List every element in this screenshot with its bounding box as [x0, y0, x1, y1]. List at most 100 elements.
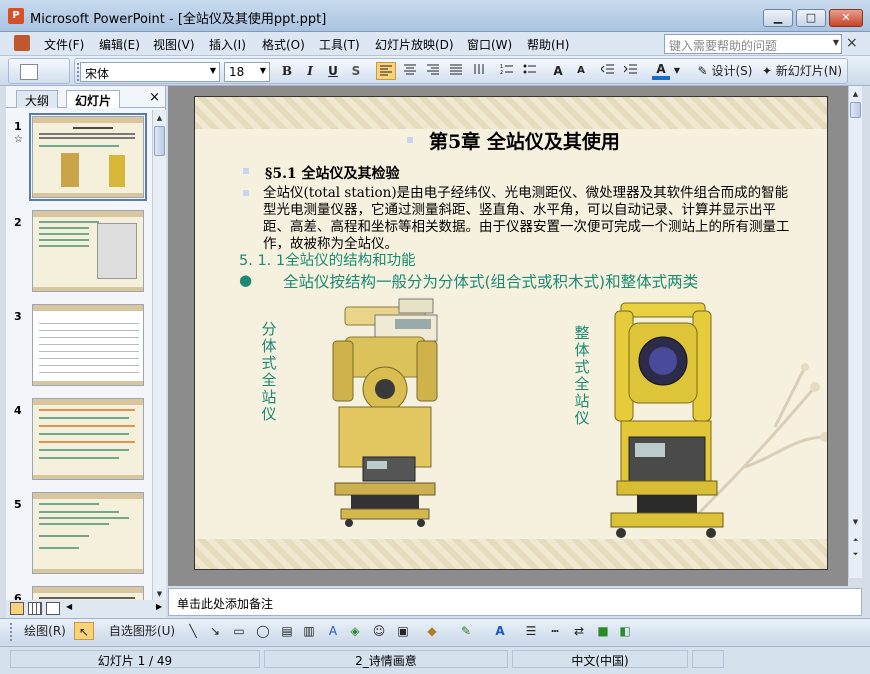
3d-style-icon[interactable]: ◧: [616, 622, 634, 640]
document-close-button[interactable]: ×: [846, 35, 858, 51]
chevron-down-icon[interactable]: ▼: [672, 62, 682, 80]
autoshapes-menu-button[interactable]: 自选图形(U): [104, 622, 180, 640]
draw-menu-button[interactable]: 绘图(R): [18, 622, 72, 640]
slide-thumbnail-3[interactable]: [32, 304, 144, 386]
tab-slides[interactable]: 幻灯片: [66, 90, 121, 108]
notes-pane[interactable]: 单击此处添加备注: [168, 588, 862, 616]
close-button[interactable]: ✕: [829, 9, 863, 27]
slide-title[interactable]: 第5章 全站仪及其使用: [429, 127, 620, 154]
normal-view-icon[interactable]: [10, 602, 24, 615]
font-size-select[interactable]: 18 ▼: [224, 62, 270, 82]
structure-statement[interactable]: 全站仪按结构一般分为分体式(组合式或积木式)和整体式两类: [283, 270, 698, 292]
line-style-icon[interactable]: ☰: [522, 622, 540, 640]
current-slide[interactable]: 第5章 全站仪及其使用 §5.1 全站仪及其检验 全站仪(total stati…: [194, 96, 828, 570]
numbering-button[interactable]: 12: [497, 62, 517, 80]
vertical-textbox-icon[interactable]: ▥: [300, 622, 318, 640]
bullets-button[interactable]: [520, 62, 540, 80]
chevron-left-icon[interactable]: ◀: [66, 602, 74, 616]
menu-view[interactable]: 视图(V): [153, 36, 195, 53]
scroll-down-arrow[interactable]: ▼: [154, 588, 165, 600]
slide-thumbnail-2[interactable]: [32, 210, 144, 292]
menu-format[interactable]: 格式(O): [262, 36, 305, 53]
section-heading[interactable]: 5. 1. 1全站仪的结构和功能: [239, 249, 416, 270]
menu-insert[interactable]: 插入(I): [209, 36, 246, 53]
picture-icon[interactable]: ▣: [394, 622, 412, 640]
text-color-icon[interactable]: A: [488, 622, 512, 640]
slideshow-view-icon[interactable]: [46, 602, 60, 615]
chevron-down-icon[interactable]: ▼: [833, 38, 839, 47]
tab-outline[interactable]: 大纲: [16, 90, 59, 108]
decorative-top-band: [195, 97, 827, 129]
fill-color-icon[interactable]: ◆: [420, 622, 444, 640]
distribute-button[interactable]: [469, 62, 489, 80]
star-icon: ☆: [14, 134, 23, 145]
menu-tools[interactable]: 工具(T): [319, 36, 360, 53]
font-color-button[interactable]: A: [652, 62, 670, 80]
line-tool-icon[interactable]: ╲: [184, 622, 202, 640]
underline-button[interactable]: U: [324, 62, 342, 80]
toolbar-grip[interactable]: [10, 623, 14, 641]
numbered-list-icon: 12: [500, 64, 513, 76]
align-right-button[interactable]: [423, 62, 443, 80]
slide-thumbnail-1[interactable]: [29, 113, 147, 201]
new-slide-button[interactable]: ✦ 新幻灯片(N): [758, 62, 846, 80]
design-button[interactable]: ✎ 设计(S): [693, 62, 757, 80]
thumbnails-scrollbar[interactable]: ▲ ▼: [152, 110, 166, 604]
design-template-name: 2_诗情画意: [264, 650, 508, 668]
slide-thumbnail-4[interactable]: [32, 398, 144, 480]
wordart-icon[interactable]: A: [324, 622, 342, 640]
slide-subheading[interactable]: §5.1 全站仪及其检验: [265, 163, 400, 183]
shadow-style-icon[interactable]: ■: [594, 622, 612, 640]
previous-slide-button[interactable]: ⏶: [850, 534, 861, 546]
new-document-icon[interactable]: [20, 64, 38, 80]
line-color-icon[interactable]: ✎: [454, 622, 478, 640]
help-search-input[interactable]: 键入需要帮助的问题 ▼: [664, 34, 842, 54]
font-name-select[interactable]: 宋体 ▼: [80, 62, 220, 82]
increase-indent-button[interactable]: [621, 62, 641, 80]
menu-file[interactable]: 文件(F): [44, 36, 84, 53]
slide-scrollbar[interactable]: ▲ ▼ ⏶ ⏷: [848, 86, 862, 578]
powerpoint-app-icon[interactable]: P: [8, 8, 24, 24]
slide-sorter-icon[interactable]: [28, 602, 42, 615]
menu-edit[interactable]: 编辑(E): [99, 36, 140, 53]
align-left-button[interactable]: [376, 62, 396, 80]
rectangle-tool-icon[interactable]: ▭: [230, 622, 248, 640]
chevron-down-icon: ▼: [209, 66, 216, 75]
select-objects-icon[interactable]: ↖: [74, 622, 94, 640]
justify-button[interactable]: [446, 62, 466, 80]
document-icon[interactable]: [14, 35, 30, 51]
dash-style-icon[interactable]: ┅: [546, 622, 564, 640]
slide-paragraph[interactable]: 全站仪(total station)是由电子经纬仪、光电测距仪、微处理器及其软件…: [263, 185, 799, 253]
scrollbar-thumb[interactable]: [154, 126, 165, 156]
shrink-font-icon: A: [577, 65, 585, 76]
slide-editing-area: 第5章 全站仪及其使用 §5.1 全站仪及其检验 全站仪(total stati…: [168, 86, 848, 586]
modular-station-label[interactable]: 分体式全站仪: [259, 321, 279, 423]
clipart-icon[interactable]: ☺: [370, 622, 388, 640]
menu-help[interactable]: 帮助(H): [527, 36, 569, 53]
minimize-button[interactable]: ▁: [763, 9, 793, 27]
align-center-button[interactable]: [400, 62, 420, 80]
scroll-up-arrow[interactable]: ▲: [850, 88, 861, 100]
oval-tool-icon[interactable]: ◯: [254, 622, 272, 640]
slide-thumbnail-5[interactable]: [32, 492, 144, 574]
maximize-button[interactable]: □: [796, 9, 826, 27]
shrink-font-button[interactable]: A: [571, 62, 591, 80]
bold-button[interactable]: B: [278, 62, 296, 80]
pane-close-button[interactable]: ×: [149, 90, 160, 105]
diagram-icon[interactable]: ◈: [346, 622, 364, 640]
scrollbar-thumb[interactable]: [850, 102, 861, 118]
integrated-station-label[interactable]: 整体式全站仪: [572, 325, 592, 427]
next-slide-button[interactable]: ⏷: [850, 548, 861, 560]
arrow-style-icon[interactable]: ⇄: [570, 622, 588, 640]
shadow-button[interactable]: S: [347, 62, 365, 80]
textbox-tool-icon[interactable]: ▤: [278, 622, 296, 640]
scroll-up-arrow[interactable]: ▲: [154, 112, 165, 124]
chevron-right-icon[interactable]: ▶: [156, 602, 164, 616]
italic-button[interactable]: I: [301, 62, 319, 80]
arrow-tool-icon[interactable]: ↘: [206, 622, 224, 640]
menu-slideshow[interactable]: 幻灯片放映(D): [375, 36, 454, 53]
decrease-indent-button[interactable]: [598, 62, 618, 80]
scroll-down-arrow[interactable]: ▼: [850, 516, 861, 528]
grow-font-button[interactable]: A: [548, 62, 568, 80]
menu-window[interactable]: 窗口(W): [467, 36, 512, 53]
